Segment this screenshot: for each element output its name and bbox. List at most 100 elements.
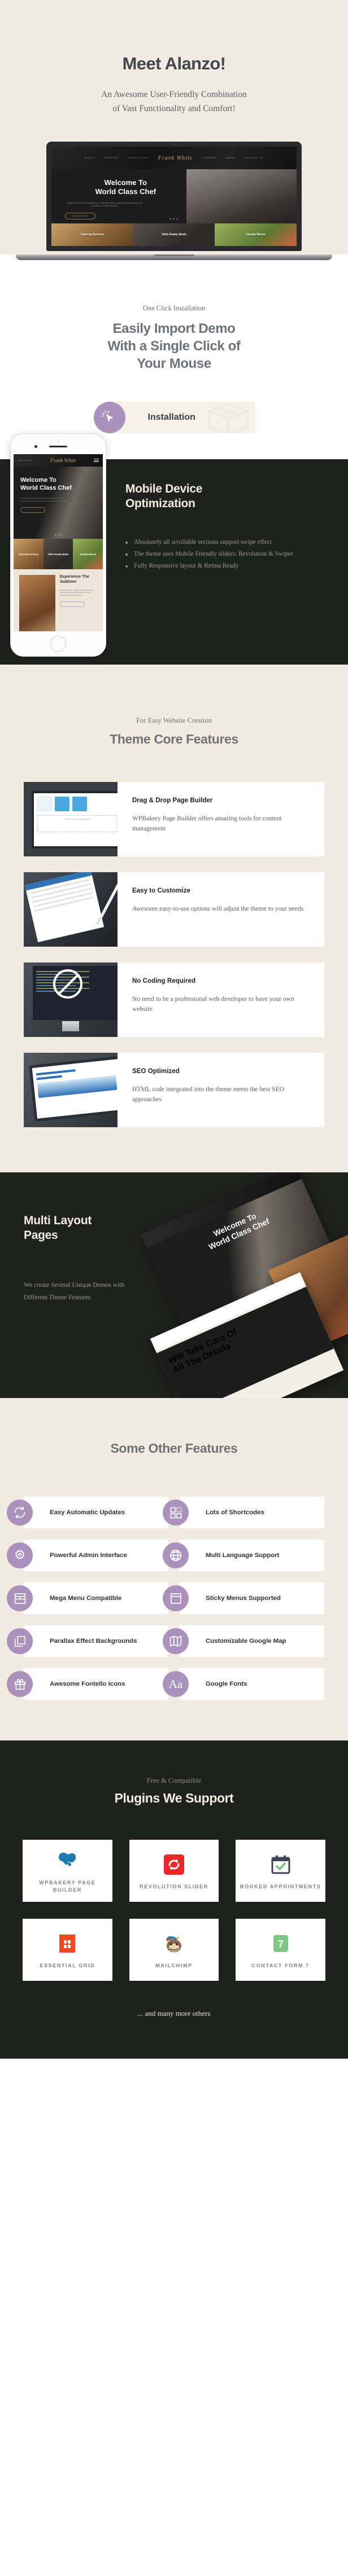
laptop-base [16, 254, 332, 261]
camera-icon [173, 143, 175, 146]
plugin-card[interactable]: WPBAKERY PAGE BUILDER [23, 1840, 112, 1902]
front-camera-icon [34, 445, 37, 449]
hamburger-menu-icon[interactable] [93, 458, 99, 463]
phone-tile-label: Catering Services [18, 552, 39, 556]
demo-tile[interactable]: Table Ready Meals [133, 223, 215, 247]
feature-tile[interactable]: Parallax Effect Backgrounds [7, 1625, 168, 1658]
no-coding-illustration [24, 962, 118, 1038]
feature-tile[interactable]: Lots of Shortcodes [163, 1497, 324, 1529]
slider-dots[interactable] [170, 218, 178, 220]
feature-body: Easy to Customize Awesome easy-to-use op… [118, 872, 324, 947]
earpiece-speaker [49, 446, 67, 448]
feature-tile[interactable]: Sticky Menus Supported [163, 1582, 324, 1615]
core-features-section: For Easy Website Creation Theme Core Fea… [0, 665, 348, 1173]
feature-tile-label: Mega Menu Compatible [50, 1594, 122, 1602]
multi-layout-heading: Multi Layout Pages [24, 1214, 92, 1243]
other-features-heading: Some Other Features [110, 1441, 238, 1456]
plugins-eyebrow: Free & Compatible [146, 1777, 202, 1785]
plugins-section: Free & Compatible Plugins We Support WPB… [0, 1740, 348, 2059]
demo-tile-label: Table Ready Meals [161, 233, 187, 237]
demo-hero-heading-line-1: Welcome To [104, 178, 147, 187]
plugin-card[interactable]: REVOLUTION SLIDER [129, 1840, 219, 1902]
other-features-section: Some Other Features Easy Automatic Updat… [0, 1398, 348, 1741]
plugins-grid: WPBAKERY PAGE BUILDER REVOLUTION SLIDER [0, 1840, 348, 1981]
feature-tile[interactable]: Mega Menu Compatible [7, 1582, 168, 1615]
list-item: The theme uses Mobile Friendly sliders: … [125, 548, 338, 560]
essential-grid-logo-icon [58, 1931, 76, 1957]
installation-label: Installation [147, 412, 195, 423]
hero-section: Meet Alanzo! An Awesome User-Friendly Co… [0, 0, 348, 255]
seo-illustration [24, 1053, 118, 1128]
phone-number: 1 800 123 4567 [18, 459, 33, 462]
cursor-click-icon [93, 402, 125, 434]
list-item: Fully Responsive layout & Retina Ready [125, 560, 338, 572]
demo-hero-heading-line-2: World Class Chef [95, 187, 156, 196]
page-footer-spacer [0, 2059, 348, 2086]
demo-tile-label: Sample Menus [246, 233, 266, 237]
phone-experience-line-1: Experience The [60, 575, 89, 579]
feature-tile[interactable]: Powerful Admin Interface [7, 1540, 168, 1572]
phone-tile-label: Sample Menus [80, 552, 97, 556]
demo-tile[interactable]: Sample Menus [215, 223, 297, 247]
customize-illustration [24, 872, 118, 947]
proximity-sensor-icon [58, 441, 59, 443]
phone-screen: 1 800 123 4567 Frank White Welcome To Wo… [14, 454, 103, 632]
no-entry-icon [53, 969, 82, 999]
feature-tile-label: Multi Language Support [206, 1551, 280, 1559]
laptop-lid: MENUS SERVICES PRIVATE CHEF Frank White … [46, 142, 302, 252]
feature-tile[interactable]: Aa Google Fonts [163, 1668, 324, 1700]
installation-row: Installation [0, 402, 348, 434]
core-feature-cards: Drag here to add widgets Drag & Drop Pag… [0, 782, 348, 1128]
demo-hero-paragraph: Hiring A Personal Chef, Family dinners, … [66, 201, 143, 207]
feature-description: HTML code integrated into the theme meet… [132, 1085, 285, 1104]
typography-icon: Aa [163, 1671, 189, 1698]
phone-tile[interactable]: Sample Menus [73, 539, 103, 570]
plugin-card[interactable]: ESSENTIAL GRID [23, 1919, 112, 1981]
feature-card: SEO Optimized HTML code integrated into … [24, 1053, 324, 1128]
plugin-card[interactable]: BOOKED APPOINTMENTS [236, 1840, 325, 1902]
multi-layout-section: Multi Layout Pages We create Several Uni… [0, 1172, 348, 1399]
refresh-icon [7, 1500, 33, 1526]
one-click-heading-line-3: Your Mouse [137, 355, 211, 371]
multi-layout-illustration: Welcome To World Class Chef Will Take Car… [105, 1172, 348, 1399]
feature-tile[interactable]: Customizable Google Map [163, 1625, 324, 1658]
demo-contact-button[interactable]: CONTACT US [65, 213, 95, 220]
drop-zone-label: Drag here to add widgets [37, 815, 118, 833]
core-eyebrow: For Easy Website Creation [136, 716, 212, 725]
home-button-icon[interactable] [50, 636, 66, 652]
phone-experience-block: Experience The Sublime! Chef Frank White… [14, 569, 103, 632]
phone-slider-dots[interactable] [55, 534, 62, 536]
demo-nav-item: CATERING [202, 157, 217, 160]
list-item: Absolutely all scrollable sections suppo… [125, 537, 338, 548]
feature-tile[interactable]: Awesome Fontello Icons [7, 1668, 168, 1700]
feature-body: No Coding Required No need to be a profe… [118, 962, 324, 1037]
demo-tiles: Catering Services Table Ready Meals Samp… [51, 223, 297, 247]
feature-tile[interactable]: Multi Language Support [163, 1540, 324, 1572]
phone-experience-paragraph: Chef Frank White — prepares and serves e… [60, 589, 93, 596]
feature-tile-label: Powerful Admin Interface [50, 1551, 127, 1559]
feature-image [24, 1053, 118, 1128]
feature-description: No need to be a professional web develop… [132, 995, 294, 1013]
plugin-card[interactable]: 7 CONTACT FORM 7 [236, 1919, 325, 1981]
layers-icon [7, 1628, 33, 1655]
plugin-name: CONTACT FORM 7 [251, 1962, 310, 1968]
demo-tile[interactable]: Catering Services [51, 223, 133, 247]
feature-title: No Coding Required [132, 977, 196, 985]
feature-body: SEO Optimized HTML code integrated into … [118, 1053, 324, 1127]
grid-blocks-icon [163, 1500, 189, 1526]
demo-hero-text: Welcome To World Class Chef Hiring A Per… [51, 169, 186, 223]
phone-about-button[interactable] [60, 601, 85, 607]
phone-tile[interactable]: Table Ready Meals [43, 539, 73, 570]
phone-tile[interactable]: Catering Services [14, 539, 44, 570]
revolution-slider-logo-icon [163, 1852, 184, 1878]
feature-tile[interactable]: Easy Automatic Updates [7, 1497, 168, 1529]
globe-icon [163, 1542, 189, 1569]
feature-image [24, 962, 118, 1038]
phone-contact-button[interactable] [20, 507, 45, 513]
demo-hero-heading: Welcome To World Class Chef [65, 178, 186, 197]
installation-button[interactable]: Installation [93, 402, 255, 434]
plugin-card[interactable]: MAILCHIMP [129, 1919, 219, 1981]
gear-icon [7, 1542, 33, 1569]
mobile-feature-list: Absolutely all scrollable sections suppo… [125, 537, 338, 572]
multi-heading-line-2: Pages [24, 1229, 58, 1242]
